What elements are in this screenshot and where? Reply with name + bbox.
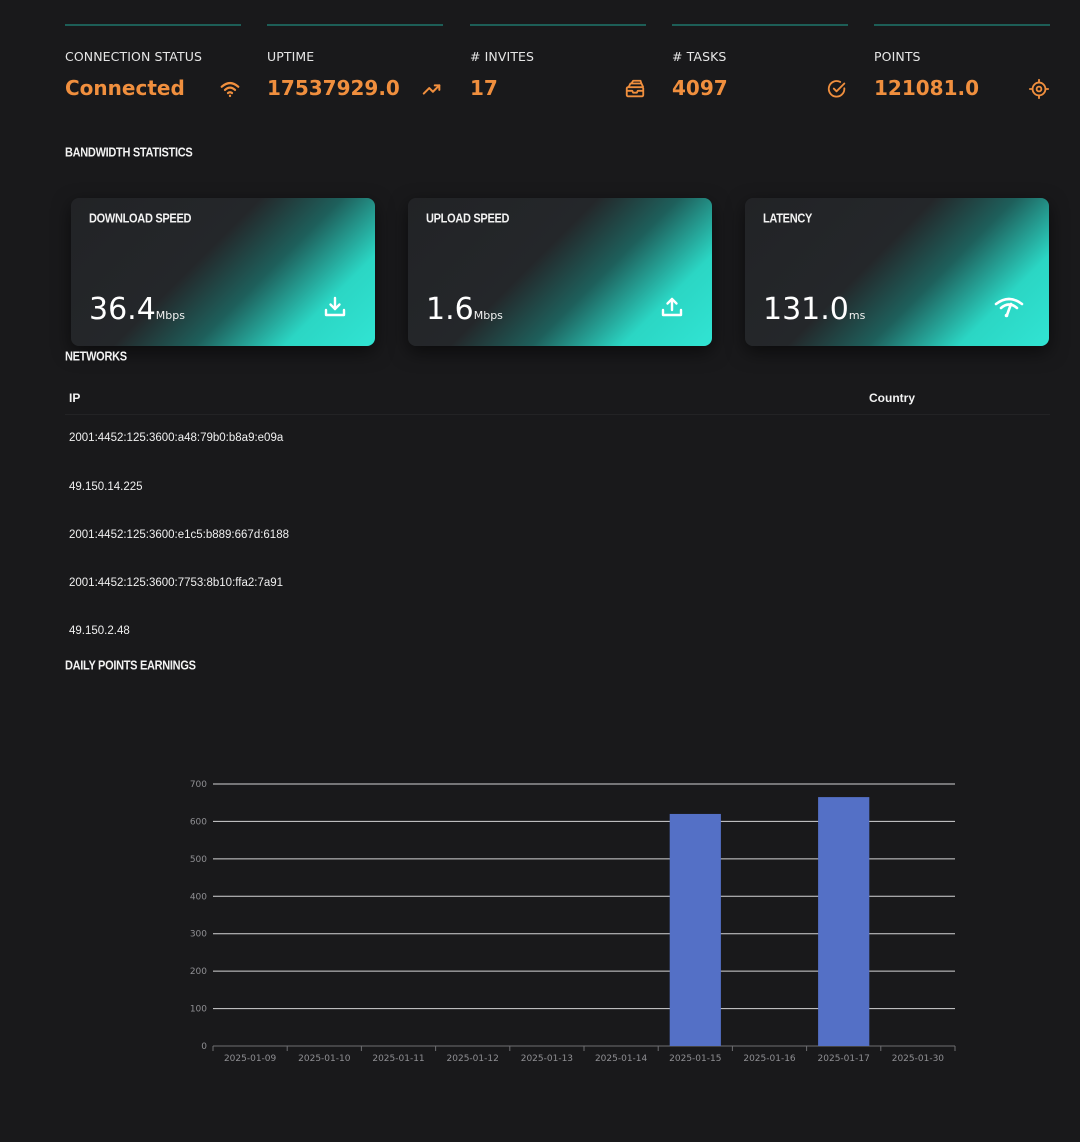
column-header-country: Country (869, 391, 915, 405)
y-tick-label: 0 (201, 1042, 207, 1052)
card-title: DOWNLOAD SPEED (89, 212, 192, 226)
stat-divider (267, 24, 443, 26)
check-circle-icon (826, 78, 848, 100)
stat-divider (65, 24, 241, 26)
stat-uptime: UPTIME 17537929.0 (267, 24, 443, 104)
stat-value: 17537929.0 (267, 76, 400, 100)
download-icon (323, 295, 347, 319)
trending-up-icon (421, 78, 443, 100)
y-tick-label: 700 (190, 780, 207, 790)
y-tick-label: 300 (190, 930, 207, 940)
card-value: 131.0ms (763, 292, 865, 327)
stat-points: POINTS 121081.0 (874, 24, 1050, 104)
wifi-icon (219, 78, 241, 100)
table-row-ip: 49.150.2.48 (69, 625, 130, 637)
signal-icon (993, 295, 1025, 319)
card-value: 1.6Mbps (426, 292, 503, 327)
stat-value: Connected (65, 76, 185, 100)
stat-label: # TASKS (672, 49, 727, 64)
bar (818, 797, 870, 1046)
stat-label: POINTS (874, 49, 921, 64)
bar (669, 813, 721, 1046)
x-tick-label: 2025-01-14 (595, 1054, 648, 1064)
section-title-daily-points: DAILY POINTS EARNINGS (65, 659, 196, 673)
y-tick-label: 600 (190, 817, 207, 827)
stat-label: # INVITES (470, 49, 535, 64)
latency-card: LATENCY 131.0ms (745, 198, 1049, 346)
card-value-number: 131.0 (763, 292, 849, 327)
target-icon (1028, 78, 1050, 100)
x-tick-label: 2025-01-17 (818, 1054, 870, 1064)
x-tick-label: 2025-01-13 (521, 1054, 573, 1064)
x-tick-label: 2025-01-10 (298, 1054, 351, 1064)
card-value-number: 36.4 (89, 292, 156, 327)
section-title-networks: NETWORKS (65, 350, 127, 364)
bar-chart: 0 100 200 300 400 500 600 700 2025-01-09 2025-01-… (190, 780, 956, 1064)
stat-label: CONNECTION STATUS (65, 49, 202, 64)
stat-value: 17 (470, 76, 498, 100)
table-row-ip: 2001:4452:125:3600:e1c5:b889:667d:6188 (69, 529, 289, 541)
layers-icon (624, 78, 646, 100)
y-tick-label: 100 (190, 1005, 207, 1015)
card-title: UPLOAD SPEED (426, 212, 510, 226)
table-row-ip: 2001:4452:125:3600:a48:79b0:b8a9:e09a (69, 432, 284, 444)
stat-value: 121081.0 (874, 76, 980, 100)
stat-divider (672, 24, 848, 26)
stat-tasks: # TASKS 4097 (672, 24, 848, 104)
stats-row: CONNECTION STATUS Connected UPTIME 17537… (65, 24, 1050, 104)
stat-divider (874, 24, 1050, 26)
upload-speed-card: UPLOAD SPEED 1.6Mbps (408, 198, 712, 346)
stat-label: UPTIME (267, 49, 315, 64)
daily-points-chart: 0 100 200 300 400 500 600 700 2025-01-09 2025-01-… (0, 760, 1080, 1080)
y-tick-label: 200 (190, 967, 207, 977)
x-tick-label: 2025-01-11 (372, 1054, 424, 1064)
upload-icon (660, 295, 684, 319)
stat-divider (470, 24, 646, 26)
column-header-ip: IP (69, 391, 81, 405)
card-value: 36.4Mbps (89, 292, 185, 327)
stat-connection-status: CONNECTION STATUS Connected (65, 24, 241, 104)
section-title-bandwidth: BANDWIDTH STATISTICS (65, 146, 193, 160)
y-tick-label: 400 (190, 892, 207, 902)
x-tick-label: 2025-01-30 (892, 1054, 945, 1064)
card-title: LATENCY (763, 212, 813, 226)
y-tick-label: 500 (190, 855, 207, 865)
x-tick-label: 2025-01-09 (224, 1054, 277, 1064)
card-value-unit: ms (848, 309, 866, 322)
stat-invites: # INVITES 17 (470, 24, 646, 104)
x-tick-label: 2025-01-16 (743, 1054, 796, 1064)
table-header-divider (65, 414, 1050, 415)
x-tick-label: 2025-01-12 (447, 1054, 499, 1064)
stat-value: 4097 (672, 76, 728, 100)
table-row-ip: 2001:4452:125:3600:7753:8b10:ffa2:7a91 (69, 577, 284, 589)
table-row-ip: 49.150.14.225 (69, 481, 143, 493)
card-value-unit: Mbps (155, 309, 185, 322)
card-value-number: 1.6 (426, 292, 474, 327)
x-tick-label: 2025-01-15 (669, 1054, 721, 1064)
download-speed-card: DOWNLOAD SPEED 36.4Mbps (71, 198, 375, 346)
card-value-unit: Mbps (473, 309, 503, 322)
